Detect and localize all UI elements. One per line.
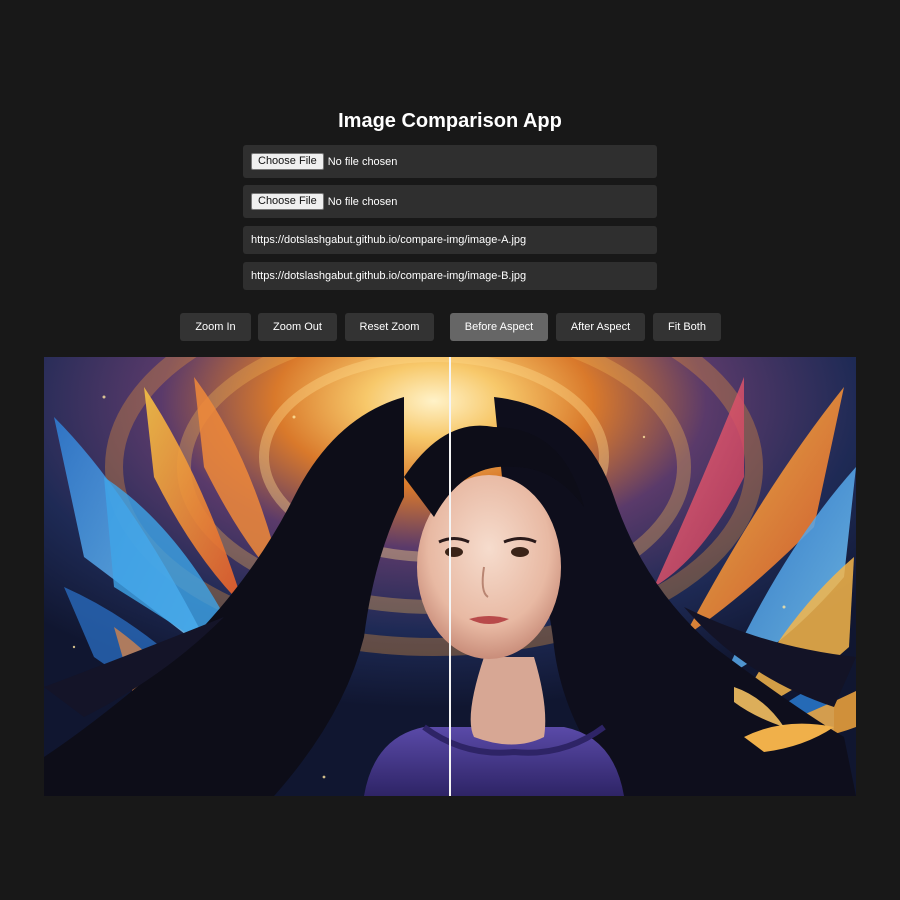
choose-file-button-before[interactable]: Choose File [251, 153, 324, 170]
after-aspect-button[interactable]: After Aspect [556, 313, 645, 341]
url-input-before[interactable]: https://dotslashgabut.github.io/compare-… [243, 226, 657, 254]
url-input-before-value: https://dotslashgabut.github.io/compare-… [251, 234, 527, 246]
url-input-after-value: https://dotslashgabut.github.io/compare-… [251, 270, 527, 282]
compare-slider-handle[interactable] [449, 357, 451, 796]
choose-file-button-after[interactable]: Choose File [251, 193, 324, 210]
file-status-before: No file chosen [327, 155, 398, 168]
reset-zoom-button[interactable]: Reset Zoom [345, 313, 434, 341]
image-compare-viewer[interactable] [44, 357, 856, 796]
before-aspect-button[interactable]: Before Aspect [450, 313, 548, 341]
app-container: Image Comparison App Choose File No file… [0, 0, 900, 900]
zoom-out-button[interactable]: Zoom Out [258, 313, 337, 341]
file-input-after[interactable]: Choose File No file chosen [243, 185, 657, 218]
url-input-after[interactable]: https://dotslashgabut.github.io/compare-… [243, 262, 657, 290]
fit-both-button[interactable]: Fit Both [653, 313, 721, 341]
file-input-before[interactable]: Choose File No file chosen [243, 145, 657, 178]
page-title: Image Comparison App [338, 110, 562, 132]
file-status-after: No file chosen [327, 195, 398, 208]
zoom-in-button[interactable]: Zoom In [180, 313, 251, 341]
